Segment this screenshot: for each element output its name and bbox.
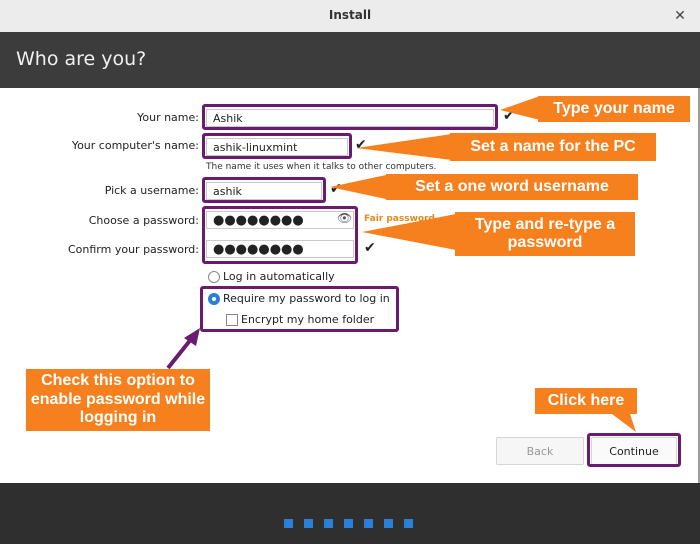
progress-step-1 xyxy=(284,519,293,528)
callout-set-username: Set a one word username xyxy=(386,174,638,200)
callout-click-here: Click here xyxy=(535,388,637,414)
arrow-to-name xyxy=(500,96,540,120)
progress-step-7 xyxy=(404,519,413,528)
progress-area xyxy=(0,483,700,544)
arrow-to-options-line xyxy=(166,336,194,370)
callout-type-name: Type your name xyxy=(538,96,690,122)
progress-step-4 xyxy=(344,519,353,528)
arrow-to-computer-name xyxy=(356,134,452,160)
progress-step-5 xyxy=(364,519,373,528)
arrow-to-continue xyxy=(612,414,636,432)
callout-set-pc-name: Set a name for the PC xyxy=(450,133,656,161)
callout-type-password: Type and re-type a password xyxy=(455,212,635,256)
callout-check-option: Check this option to enable password whi… xyxy=(26,369,210,431)
progress-step-6 xyxy=(384,519,393,528)
arrow-to-password xyxy=(362,214,456,250)
progress-step-2 xyxy=(304,519,313,528)
arrow-to-username xyxy=(330,175,386,199)
progress-step-3 xyxy=(324,519,333,528)
annotation-arrows xyxy=(166,96,636,432)
